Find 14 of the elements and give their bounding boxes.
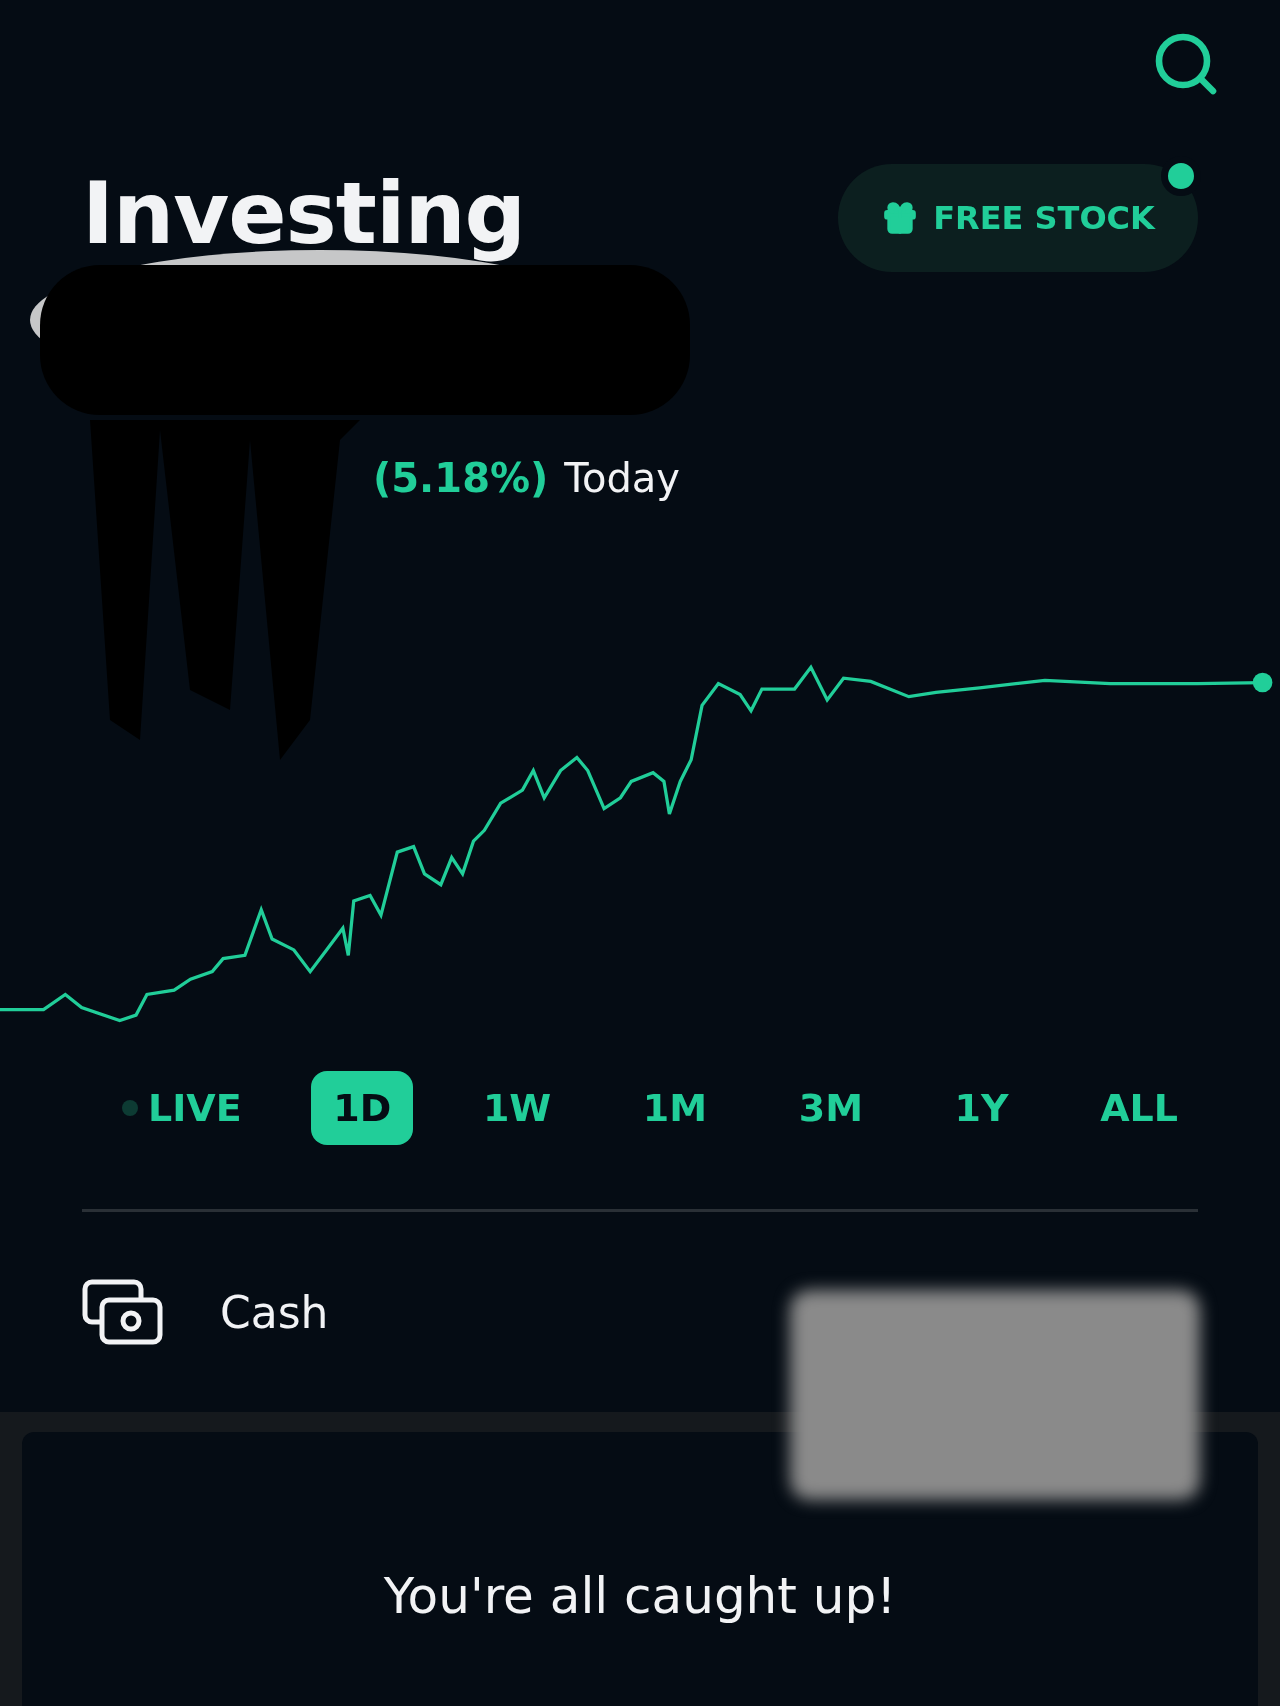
time-range-tab[interactable]: 1W	[460, 1071, 574, 1145]
cash-icon	[82, 1279, 164, 1345]
cash-label: Cash	[220, 1286, 329, 1338]
time-range-tab[interactable]: ALL	[1078, 1071, 1200, 1145]
time-range-tab[interactable]: 1D	[311, 1071, 414, 1145]
time-range-tab[interactable]: 3M	[776, 1071, 885, 1145]
time-range-tab[interactable]: LIVE	[100, 1071, 264, 1145]
caught-up-message: You're all caught up!	[383, 1567, 897, 1627]
change-period: Today	[564, 455, 681, 501]
live-dot	[122, 1100, 138, 1116]
time-range-tab[interactable]: 1M	[620, 1071, 730, 1145]
time-range-tab[interactable]: 1Y	[932, 1071, 1031, 1145]
change-percent: (5.18%)	[373, 455, 549, 501]
page-title: Investing	[82, 166, 526, 261]
